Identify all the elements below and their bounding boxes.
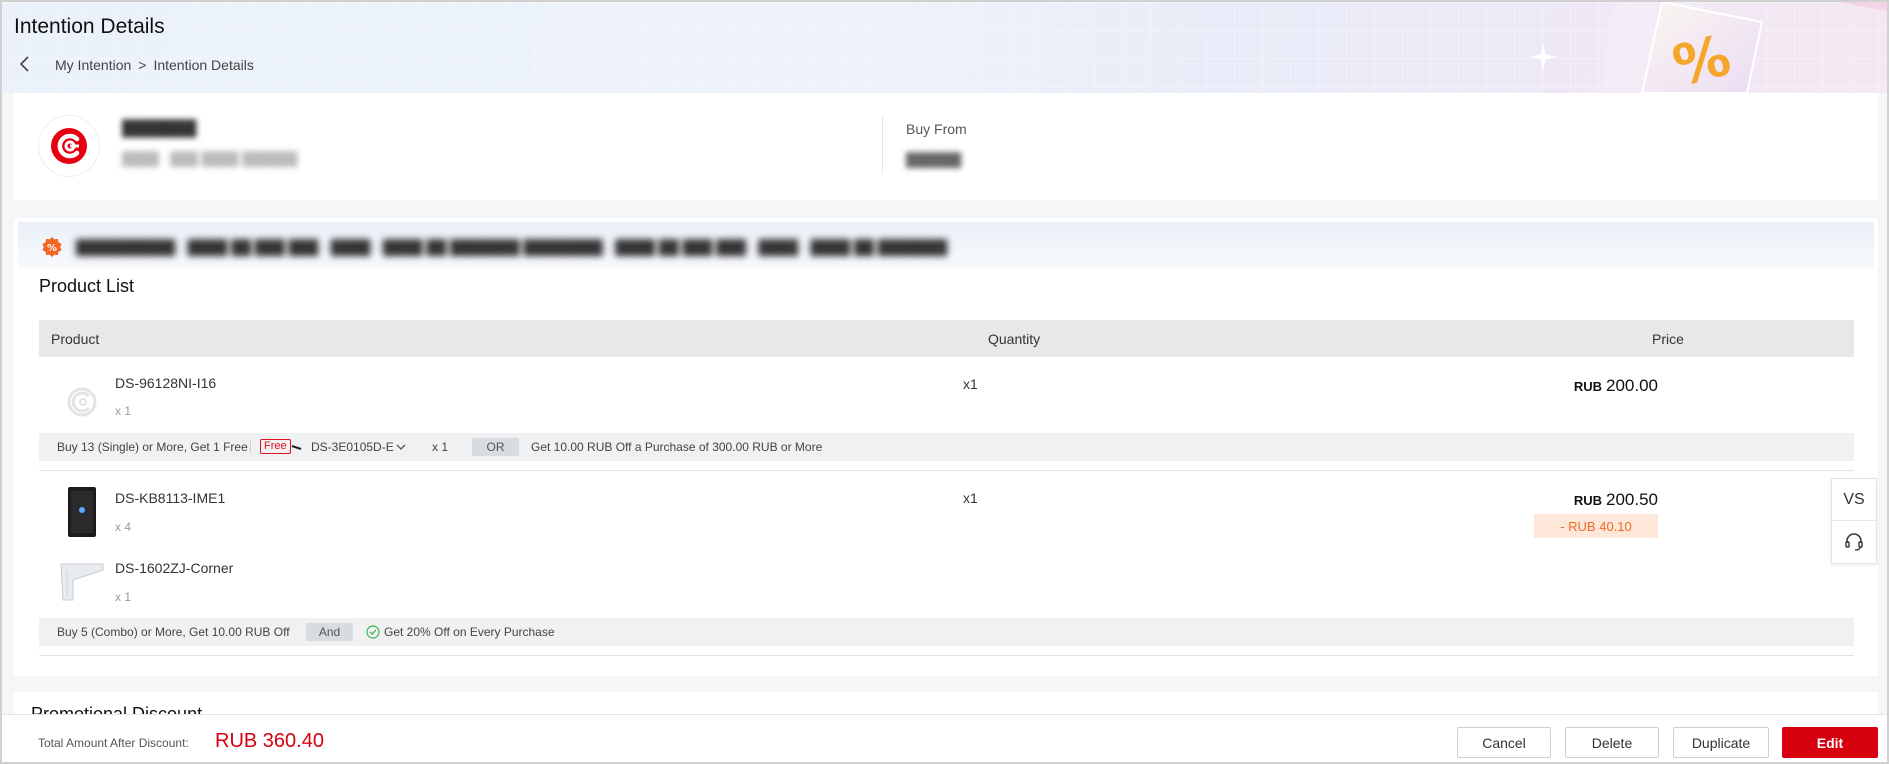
price-amount: 200.00: [1606, 376, 1658, 395]
product-thumbnail: [68, 487, 96, 537]
side-toolbar: VS: [1831, 478, 1877, 564]
compare-vs-button[interactable]: VS: [1832, 479, 1876, 521]
breadcrumb-intention-details: Intention Details: [153, 57, 254, 73]
total-label: Total Amount After Discount:: [38, 736, 189, 750]
page-title: Intention Details: [14, 15, 165, 38]
headset-icon: [1845, 533, 1863, 551]
free-tag: Free: [260, 439, 291, 454]
total-value: RUB 360.40: [215, 730, 324, 752]
gift-item: DS-3E0105D-E: [311, 440, 394, 454]
divider: [882, 116, 883, 174]
group-quantity: x1: [963, 376, 978, 392]
product-thumbnail: [60, 563, 104, 601]
edit-button[interactable]: Edit: [1782, 727, 1878, 758]
gift-quantity: x 1: [432, 440, 449, 454]
coupon-decoration-icon: %: [1602, 2, 1887, 93]
column-price: Price: [1652, 331, 1684, 347]
group-promotion-bar: Buy 5 (Combo) or More, Get 10.00 RUB Off…: [39, 618, 1854, 646]
gift-product-icon: [291, 445, 302, 450]
seller-logo: [38, 115, 100, 177]
footer-bar: Total Amount After Discount: RUB 360.40 …: [2, 714, 1887, 762]
buy-from-label: Buy From: [906, 121, 967, 137]
seller-contact: ████ · ███ ████ ██████: [122, 151, 298, 166]
duplicate-button[interactable]: Duplicate: [1673, 727, 1769, 758]
product-card: % ██████████ · ████ ██ ███ ███ · ████ · …: [14, 218, 1878, 676]
promotion-rule: Buy 5 (Combo) or More, Get 10.00 RUB Off: [57, 625, 290, 639]
product-sub-quantity: x 1: [115, 404, 132, 418]
delete-button[interactable]: Delete: [1565, 727, 1659, 758]
promotion-banner: % ██████████ · ████ ██ ███ ███ · ████ · …: [18, 222, 1874, 268]
seller-card: ███████ ████ · ███ ████ ██████ Buy From …: [14, 93, 1878, 200]
buy-from-value: ██████: [906, 152, 962, 167]
app-frame: % Intention Details My Intention > Intenti…: [0, 0, 1889, 764]
table-header: Product Quantity Price: [39, 320, 1854, 357]
seller-logo-icon: [51, 128, 87, 164]
group-promotion-bar: Buy 13 (Single) or More, Get 1 Free Free…: [39, 433, 1854, 461]
page-header: % Intention Details My Intention > Intenti…: [2, 2, 1887, 93]
seller-name: ███████: [122, 120, 197, 137]
sparkle-icon: [1529, 43, 1557, 71]
group-quantity: x1: [963, 490, 978, 506]
promotion-text: ██████████ · ████ ██ ███ ███ · ████ · ██…: [76, 239, 948, 255]
product-sub-quantity: x 1: [115, 590, 132, 604]
price-amount: 200.50: [1606, 490, 1658, 509]
customer-support-button[interactable]: [1832, 521, 1876, 563]
alternative-rule: Get 20% Off on Every Purchase: [384, 625, 555, 639]
group-price: RUB 200.00: [1494, 376, 1658, 396]
column-product: Product: [51, 331, 100, 347]
product-name-ds-kb8113-ime1[interactable]: DS-KB8113-IME1: [115, 490, 225, 506]
breadcrumb-my-intention[interactable]: My Intention: [55, 57, 131, 73]
product-name-ds-96128ni-i16[interactable]: DS-96128NI-I16: [115, 375, 216, 391]
svg-text:%: %: [47, 243, 57, 254]
product-list-title: Product List: [39, 276, 135, 296]
back-arrow-icon[interactable]: [18, 55, 32, 73]
column-quantity: Quantity: [988, 331, 1041, 347]
breadcrumb-separator: >: [138, 57, 147, 73]
price-currency: RUB: [1573, 493, 1602, 508]
group-price: RUB 200.50: [1494, 490, 1658, 510]
breadcrumb: My Intention > Intention Details: [55, 57, 254, 73]
discount-badge: - RUB 40.10: [1534, 514, 1658, 538]
product-thumbnail: [67, 387, 97, 417]
connector-or: OR: [472, 438, 519, 456]
connector-and: And: [306, 623, 353, 641]
price-currency: RUB: [1573, 379, 1602, 394]
product-name-ds-1602zj-corner[interactable]: DS-1602ZJ-Corner: [115, 560, 233, 576]
promotion-badge-icon: %: [42, 237, 62, 257]
alternative-rule: Get 10.00 RUB Off a Purchase of 300.00 R…: [531, 440, 823, 454]
chevron-down-icon[interactable]: [395, 442, 407, 452]
cancel-button[interactable]: Cancel: [1457, 727, 1551, 758]
product-sub-quantity: x 4: [115, 520, 132, 534]
check-circle-icon: [366, 625, 380, 639]
promotion-rule: Buy 13 (Single) or More, Get 1 Free: [57, 440, 248, 454]
